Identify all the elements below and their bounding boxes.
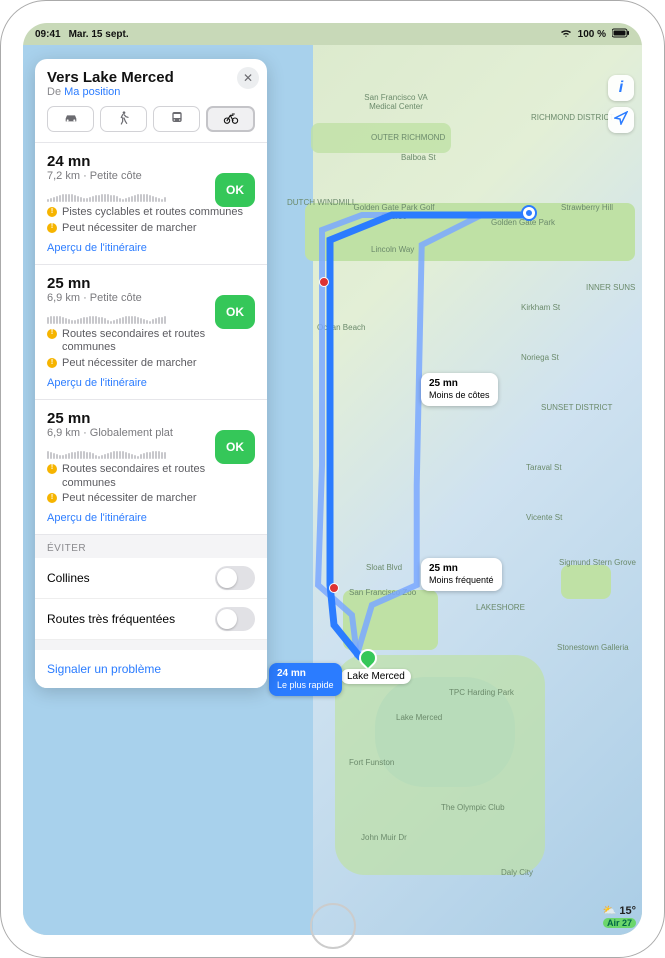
destination-label: Lake Merced — [341, 669, 411, 684]
go-button[interactable]: OK — [215, 173, 255, 207]
route-callout[interactable]: 25 mnMoins fréquenté — [421, 558, 502, 591]
route-time: 25 mn — [47, 410, 255, 427]
close-icon: ✕ — [243, 71, 253, 85]
route-option[interactable]: 25 mn6,9 km · Petite côte!Routes seconda… — [35, 265, 267, 400]
air-quality-badge: Air 27 — [603, 918, 636, 928]
mode-bike[interactable] — [206, 106, 255, 132]
transit-icon — [169, 110, 185, 129]
route-option[interactable]: 24 mn7,2 km · Petite côte!Pistes cyclabl… — [35, 143, 267, 265]
mode-transit[interactable] — [153, 106, 200, 132]
warning-icon: ! — [47, 223, 57, 233]
route-preview-link[interactable]: Aperçu de l'itinéraire — [47, 377, 255, 389]
home-button[interactable] — [310, 903, 356, 949]
map-place-label: Sloat Blvd — [366, 563, 402, 572]
route-options: 24 mn7,2 km · Petite côte!Pistes cyclabl… — [35, 142, 267, 535]
bike-icon — [223, 110, 239, 129]
go-button[interactable]: OK — [215, 295, 255, 329]
location-arrow-icon — [614, 111, 628, 130]
map-locate-button[interactable] — [608, 107, 634, 133]
map-place-label: Noriega St — [521, 353, 559, 362]
status-time: 09:41 — [35, 29, 61, 40]
report-problem-link[interactable]: Signaler un problème — [35, 640, 267, 688]
avoid-busy-label: Routes très fréquentées — [47, 612, 175, 626]
info-icon: i — [619, 79, 623, 97]
go-button[interactable]: OK — [215, 430, 255, 464]
avoid-hills-row: Collines — [35, 558, 267, 599]
status-battery: 100 % — [578, 29, 606, 40]
weather-icon: ⛅ — [603, 905, 617, 917]
map-place-label: Kirkham St — [521, 303, 560, 312]
presidio-park — [311, 123, 451, 153]
map-place-label: Vicente St — [526, 513, 562, 522]
callout-sub: Moins de côtes — [429, 390, 490, 402]
weather-widget[interactable]: ⛅ 15° Air 27 — [603, 904, 636, 929]
map-place-label: Stonestown Galleria — [557, 643, 629, 652]
callout-time: 24 mn — [277, 667, 334, 680]
battery-icon — [612, 28, 630, 41]
warning-icon: ! — [47, 329, 57, 339]
lake-merced-park — [335, 655, 545, 875]
route-note: !Routes secondaires et routes communes — [47, 463, 255, 491]
route-note: !Peut nécessiter de marcher — [47, 222, 255, 236]
car-icon — [63, 110, 79, 129]
avoid-busy-row: Routes très fréquentées — [35, 599, 267, 640]
panel-header: ✕ Vers Lake Merced De Ma position — [35, 59, 267, 142]
screen: 09:41 Mar. 15 sept. 100 % — [23, 23, 642, 935]
walk-icon — [116, 110, 132, 129]
map-place-label: RICHMOND DISTRICT — [531, 113, 614, 122]
avoid-hills-toggle[interactable] — [215, 566, 255, 590]
route-time: 24 mn — [47, 153, 255, 170]
from-location-link[interactable]: Ma position — [64, 86, 120, 98]
wifi-icon — [560, 28, 572, 41]
route-note: !Peut nécessiter de marcher — [47, 492, 255, 506]
route-note: !Peut nécessiter de marcher — [47, 357, 255, 371]
status-date: Mar. 15 sept. — [69, 29, 129, 40]
route-callout[interactable]: 24 mnLe plus rapide — [269, 663, 342, 696]
map-place-label: SUNSET DISTRICT — [541, 403, 612, 412]
route-callout[interactable]: 25 mnMoins de côtes — [421, 373, 498, 406]
map-place-label: San Francisco VA Medical Center — [351, 93, 441, 111]
route-preview-link[interactable]: Aperçu de l'itinéraire — [47, 512, 255, 524]
map-place-label: Balboa St — [401, 153, 436, 162]
route-option[interactable]: 25 mn6,9 km · Globalement plat!Routes se… — [35, 400, 267, 535]
callout-sub: Moins fréquenté — [429, 575, 494, 587]
close-button[interactable]: ✕ — [237, 67, 259, 89]
mode-walk[interactable] — [100, 106, 147, 132]
from-subtitle: De Ma position — [47, 86, 255, 98]
directions-panel: ✕ Vers Lake Merced De Ma position 24 mn7… — [35, 59, 267, 688]
avoid-header: ÉVITER — [35, 535, 267, 558]
route-note: !Pistes cyclables et routes communes — [47, 206, 255, 220]
mode-car[interactable] — [47, 106, 94, 132]
golden-gate-park — [305, 203, 635, 261]
avoid-hills-label: Collines — [47, 571, 90, 585]
weather-temp: 15° — [619, 905, 636, 917]
road-alert-icon — [319, 277, 329, 287]
route-time: 25 mn — [47, 275, 255, 292]
warning-icon: ! — [47, 207, 57, 217]
from-prefix: De — [47, 86, 64, 98]
avoid-section: ÉVITER Collines Routes très fréquentées … — [35, 535, 267, 688]
current-location-pin[interactable] — [523, 207, 535, 219]
warning-icon: ! — [47, 464, 57, 474]
map-place-label: INNER SUNS — [586, 283, 635, 292]
road-alert-icon — [329, 583, 339, 593]
route-note: !Routes secondaires et routes communes — [47, 328, 255, 356]
callout-sub: Le plus rapide — [277, 680, 334, 692]
stern-grove — [561, 565, 611, 599]
avoid-busy-toggle[interactable] — [215, 607, 255, 631]
warning-icon: ! — [47, 358, 57, 368]
map-place-label: Ocean Beach — [317, 323, 365, 332]
status-bar: 09:41 Mar. 15 sept. 100 % — [23, 23, 642, 45]
zoo-park — [343, 590, 438, 650]
route-preview-link[interactable]: Aperçu de l'itinéraire — [47, 242, 255, 254]
map-place-label: Taraval St — [526, 463, 562, 472]
callout-time: 25 mn — [429, 377, 490, 390]
map-place-label: LAKESHORE — [476, 603, 525, 612]
warning-icon: ! — [47, 493, 57, 503]
page-title: Vers Lake Merced — [47, 69, 255, 86]
transport-mode-tabs — [47, 106, 255, 132]
ipad-frame: 09:41 Mar. 15 sept. 100 % — [0, 0, 665, 958]
map-info-button[interactable]: i — [608, 75, 634, 101]
callout-time: 25 mn — [429, 562, 494, 575]
